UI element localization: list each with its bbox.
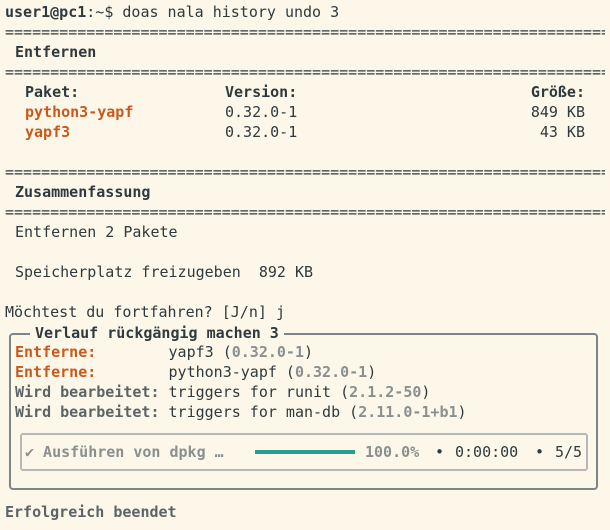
history-line-text: triggers for runit ( (168, 383, 350, 401)
history-line: Entferne: python3-yapf (0.32.0-1) (15, 363, 377, 381)
history-line-version: 0.32.0-1 (294, 363, 368, 381)
progress-sep: • (435, 443, 445, 461)
double-rule: ========================================… (5, 203, 605, 221)
history-line-text: yapf3 ( (168, 343, 232, 361)
confirm-answer[interactable]: j (276, 303, 285, 321)
history-line-label: Wird bearbeitet: (15, 383, 160, 401)
progress-elapsed: 0:00:00 (455, 443, 519, 461)
progress-label: ✔ Ausführen von dpkg … (25, 443, 224, 461)
package-version: 0.32.0-1 (225, 103, 298, 121)
progress-percent: 100.0% (365, 443, 420, 461)
double-rule: ========================================… (5, 163, 605, 181)
prompt-line: user1@pc1:~$ doas nala history undo 3 (5, 2, 339, 22)
history-line: Wird bearbeitet: triggers for man-db (2.… (15, 403, 467, 421)
history-line-label: Entferne: (15, 343, 97, 361)
section-title-remove: Entfernen (15, 43, 97, 61)
history-line-label: Wird bearbeitet: (15, 403, 160, 421)
history-panel-title: Verlauf rückgängig machen 3 (30, 323, 284, 343)
package-name: python3-yapf (25, 103, 134, 121)
header-package: Paket: (25, 83, 80, 101)
history-line: Wird bearbeitet: triggers for runit (2.1… (15, 383, 431, 401)
progress-sep: • (535, 443, 545, 461)
summary-remove-line: Entfernen 2 Pakete (15, 223, 178, 241)
double-rule: ========================================… (5, 23, 605, 41)
history-line-version: 2.1.2-50 (349, 383, 422, 401)
confirm-question: Möchtest du fortfahren? [J/n] (5, 303, 276, 321)
package-version: 0.32.0-1 (225, 123, 298, 141)
prompt-path: :~$ (86, 3, 114, 21)
status-message: Erfolgreich beendet (5, 503, 177, 521)
history-line-version: 2.11.0-1+b1 (358, 403, 458, 421)
history-line-text: python3-yapf ( (168, 363, 295, 381)
progress-bar-fill (255, 450, 355, 454)
summary-free-space-line: Speicherplatz freizugeben 892 KB (15, 263, 314, 281)
package-size: 849 KB (530, 103, 585, 121)
double-rule: ========================================… (5, 63, 605, 81)
history-line-version: 0.32.0-1 (231, 343, 304, 361)
prompt-command: doas nala history undo 3 (113, 3, 340, 21)
package-size: 43 KB (539, 123, 585, 141)
history-line-label: Entferne: (15, 363, 97, 381)
header-size: Größe: (530, 83, 585, 101)
history-line-text: triggers for man-db ( (168, 403, 359, 421)
history-line: Entferne: yapf3 (0.32.0-1) (15, 343, 314, 361)
section-title-summary: Zusammenfassung (15, 183, 151, 201)
package-name: yapf3 (25, 123, 71, 141)
prompt-user-host: user1@pc1 (5, 3, 87, 21)
confirm-line: Möchtest du fortfahren? [J/n] j (5, 302, 285, 322)
header-version: Version: (225, 83, 298, 101)
progress-bar (255, 450, 355, 454)
progress-count: 5/5 (555, 443, 583, 461)
